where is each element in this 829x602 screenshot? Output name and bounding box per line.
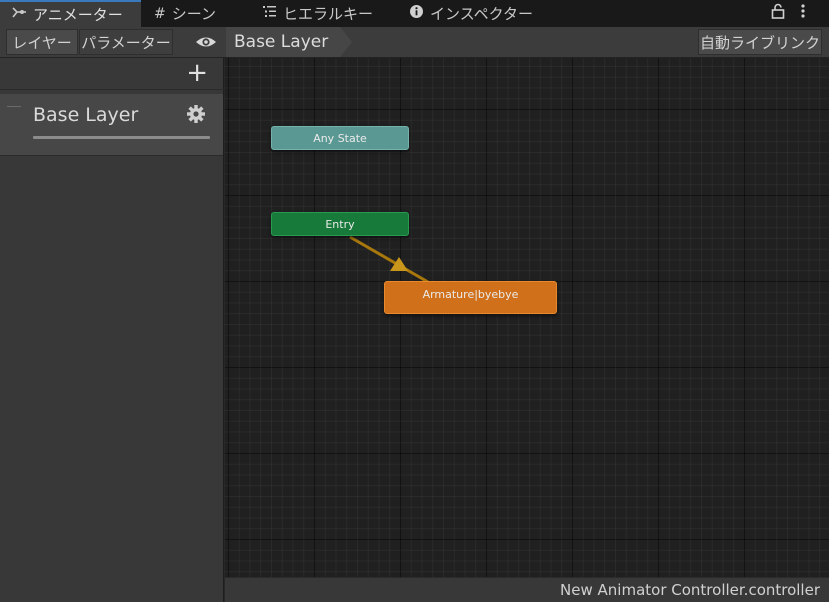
state-machine-graph[interactable]: Any State Entry Armature|byebye bbox=[225, 58, 829, 577]
window-tab-bar: アニメーター # シーン ヒエラルキー インスペクター bbox=[0, 0, 829, 27]
state-any-state[interactable]: Any State bbox=[271, 126, 409, 150]
hierarchy-icon bbox=[262, 5, 277, 22]
tab-animator-label: アニメーター bbox=[33, 6, 123, 24]
more-options-icon[interactable] bbox=[800, 3, 806, 23]
animator-icon bbox=[12, 6, 27, 23]
layers-tab-button[interactable]: レイヤー bbox=[6, 29, 78, 55]
breadcrumb-base-layer[interactable]: Base Layer bbox=[226, 27, 341, 57]
breadcrumb-arrow bbox=[340, 27, 353, 57]
add-layer-icon[interactable]: + bbox=[186, 59, 208, 87]
tab-inspector[interactable]: インスペクター bbox=[409, 0, 533, 27]
state-default-label: Armature|byebye bbox=[422, 288, 519, 301]
animator-toolbar: レイヤー パラメーター Base Layer 自動ライブリンク bbox=[0, 27, 829, 58]
state-default-armature-byebye[interactable]: Armature|byebye bbox=[384, 281, 557, 314]
layer-item[interactable]: Base Layer bbox=[0, 94, 223, 156]
layers-panel: + Base Layer bbox=[0, 58, 224, 602]
status-bar: New Animator Controller.controller bbox=[225, 577, 829, 602]
state-entry-label: Entry bbox=[325, 217, 355, 231]
tab-animator[interactable]: アニメーター bbox=[0, 0, 141, 27]
eye-icon[interactable] bbox=[194, 32, 218, 52]
parameters-tab-button[interactable]: パラメーター bbox=[79, 29, 173, 55]
gear-icon[interactable] bbox=[186, 104, 206, 129]
drag-handle-icon[interactable] bbox=[7, 106, 21, 107]
tab-inspector-label: インスペクター bbox=[430, 5, 534, 23]
tab-hierarchy[interactable]: ヒエラルキー bbox=[262, 0, 373, 27]
tab-scene-label: シーン bbox=[171, 5, 216, 23]
tab-hierarchy-label: ヒエラルキー bbox=[283, 5, 374, 23]
controller-name: New Animator Controller.controller bbox=[560, 581, 820, 599]
auto-live-link-button[interactable]: 自動ライブリンク bbox=[698, 29, 822, 55]
info-icon bbox=[409, 4, 424, 23]
tab-scene[interactable]: # シーン bbox=[154, 0, 216, 27]
layer-name: Base Layer bbox=[33, 104, 139, 126]
state-entry[interactable]: Entry bbox=[271, 212, 409, 236]
scene-grid-icon: # bbox=[154, 5, 166, 22]
breadcrumb[interactable]: Base Layer bbox=[226, 27, 353, 57]
layer-weight-slider[interactable] bbox=[33, 136, 210, 139]
lock-icon[interactable] bbox=[771, 3, 785, 23]
state-any-state-label: Any State bbox=[313, 131, 367, 145]
layers-add-bar: + bbox=[0, 58, 224, 90]
